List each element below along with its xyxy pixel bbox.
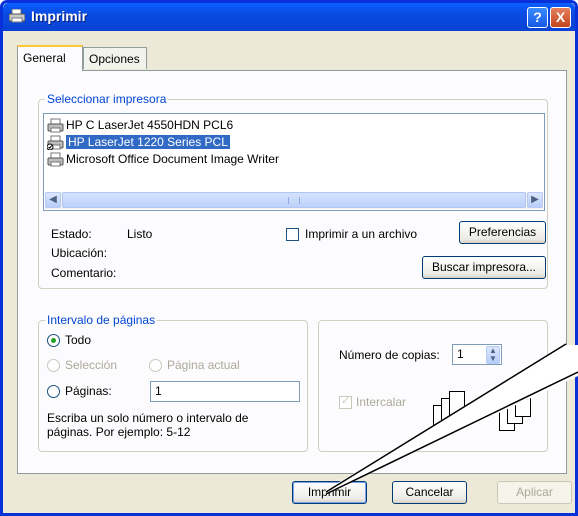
all-pages-label[interactable]: Todo [65,333,91,347]
printer-icon [47,118,64,133]
current-page-radio[interactable] [149,359,162,372]
pages-input[interactable]: 1 [150,381,300,402]
page-range-group: Intervalo de páginas Todo Selección Pági… [38,313,308,452]
copies-input[interactable]: 1 ▲ ▼ [452,344,502,365]
collate-page-icon: 3 [515,391,531,417]
copies-label: Número de copias: [339,348,440,362]
tab-general[interactable]: General [17,45,83,71]
printer-item-selected[interactable]: HP LaserJet 1220 Series PCL [46,134,230,151]
selection-radio[interactable] [47,359,60,372]
collate-page-icon [449,391,465,417]
printer-icon [47,152,64,167]
find-printer-button[interactable]: Buscar impresora... [422,256,546,279]
page-range-title: Intervalo de páginas [45,313,158,327]
printer-name: HP LaserJet 1220 Series PCL [66,135,230,149]
title-bar[interactable]: Imprimir ? X [3,3,575,31]
printer-list[interactable]: HP C LaserJet 4550HDN PCL6 HP LaserJet 1… [43,113,545,211]
tab-opciones[interactable]: Opciones [83,47,147,69]
copies-value: 1 [457,347,464,361]
print-dialog: Imprimir ? X General Opciones Selecciona… [0,0,578,516]
status-value: Listo [127,227,153,241]
scroll-thumb[interactable] [62,192,526,208]
print-to-file-checkbox[interactable] [286,228,299,241]
horizontal-scrollbar[interactable]: ◀ ▶ [45,192,543,209]
selection-label[interactable]: Selección [65,358,117,372]
printer-icon [47,135,64,150]
help-button[interactable]: ? [527,7,548,28]
printer-item[interactable]: HP C LaserJet 4550HDN PCL6 [46,117,233,134]
current-page-label[interactable]: Página actual [167,358,240,372]
collate-checkbox[interactable]: ✓ [339,395,352,409]
location-label: Ubicación: [51,246,108,260]
window-title: Imprimir [31,8,88,24]
printer-name: Microsoft Office Document Image Writer [66,152,279,166]
preferences-button[interactable]: Preferencias [459,221,546,244]
print-to-file-label[interactable]: Imprimir a un archivo [305,227,417,241]
page-range-hint: Escriba un solo número o intervalo de [47,411,249,425]
scroll-left-icon[interactable]: ◀ [45,192,61,208]
pages-radio[interactable] [47,385,60,398]
pages-label[interactable]: Páginas: [65,384,112,398]
all-pages-radio[interactable] [47,334,60,347]
copies-group: Número de copias: 1 ▲▼ ✓ Intercalar 1 2 … [318,320,548,452]
collate-label[interactable]: Intercalar [356,395,406,409]
page-range-hint: páginas. Por ejemplo: 5-12 [47,425,191,439]
printer-item[interactable]: Microsoft Office Document Image Writer [46,151,279,168]
printer-icon [9,9,25,23]
print-button[interactable]: Imprimir [292,481,367,504]
tab-panel-general: Seleccionar impresora HP C LaserJet 4550… [17,70,567,474]
printer-group-title: Seleccionar impresora [45,92,169,106]
apply-button[interactable]: Aplicar [497,481,572,504]
grip-icon [288,197,300,204]
radio-dot-icon [51,338,56,343]
printer-name: HP C LaserJet 4550HDN PCL6 [66,118,234,132]
status-label: Estado: [51,227,92,241]
cancel-button[interactable]: Cancelar [392,481,467,504]
close-button[interactable]: X [550,7,571,28]
scroll-right-icon[interactable]: ▶ [527,192,543,208]
printer-group: Seleccionar impresora HP C LaserJet 4550… [38,92,548,289]
comment-label: Comentario: [51,266,117,280]
copies-spinner-icon[interactable]: ▲ ▼ [486,346,500,364]
check-icon: ✓ [341,395,351,407]
